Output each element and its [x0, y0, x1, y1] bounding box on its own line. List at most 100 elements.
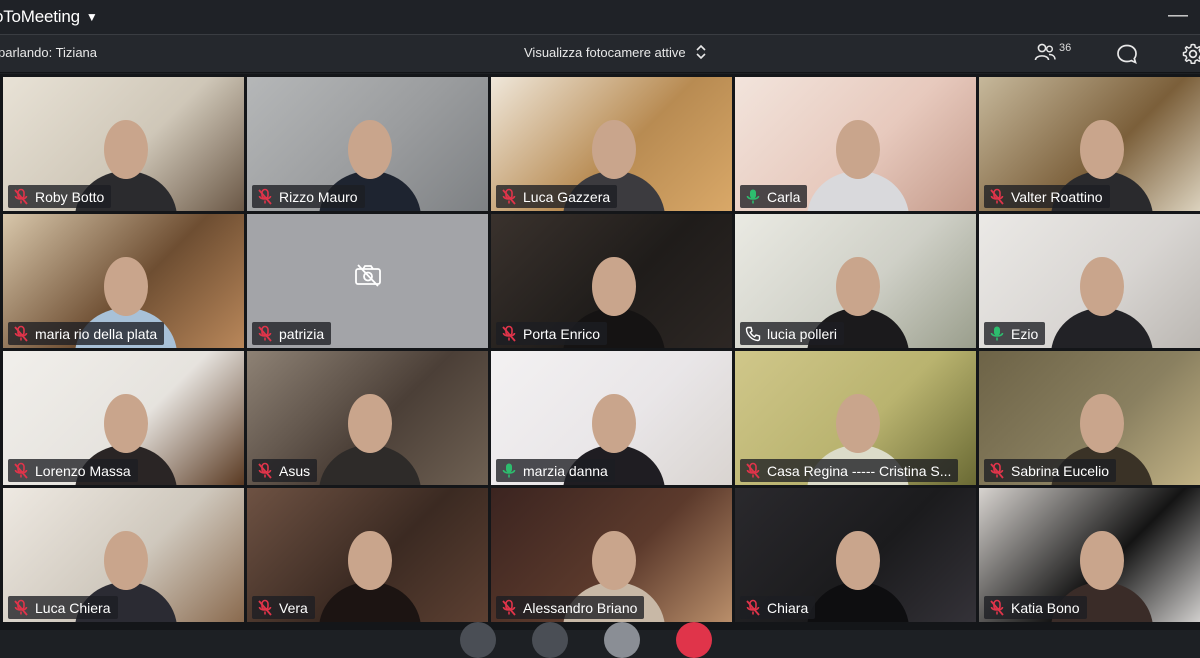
- mic-muted-icon: [989, 462, 1005, 480]
- participant-tile[interactable]: Ezio: [979, 214, 1200, 348]
- participant-name-tag: Asus: [252, 459, 318, 482]
- participant-name-tag: lucia polleri: [740, 322, 845, 345]
- minimize-icon[interactable]: —: [1168, 4, 1188, 27]
- participant-tile[interactable]: Alessandro Briano: [491, 488, 732, 622]
- mic-muted-icon: [13, 188, 29, 206]
- participant-name-tag: Luca Gazzera: [496, 185, 618, 208]
- participant-name-tag: Roby Botto: [8, 185, 112, 208]
- mic-muted-icon: [501, 599, 517, 617]
- participant-tile[interactable]: Chiara: [735, 488, 976, 622]
- participant-name: Chiara: [767, 599, 809, 616]
- participant-face: [104, 393, 148, 453]
- participant-tile[interactable]: Porta Enrico: [491, 214, 732, 348]
- participant-face: [1080, 256, 1124, 316]
- active-speaker-label: parlando: Tiziana: [0, 45, 98, 60]
- mic-muted-icon: [989, 188, 1005, 206]
- chat-icon: [1117, 44, 1137, 65]
- participant-tile[interactable]: marzia danna: [491, 351, 732, 485]
- meeting-info-bar: parlando: Tiziana Visualizza fotocamere …: [0, 34, 1200, 73]
- mic-muted-icon: [501, 188, 517, 206]
- participant-name: Roby Botto: [35, 188, 105, 205]
- participant-tile[interactable]: Sabrina Eucelio: [979, 351, 1200, 485]
- participant-tile[interactable]: Vera: [247, 488, 488, 622]
- participant-name: Vera: [279, 599, 308, 616]
- title-bar: oToMeeting ▼ —: [0, 0, 1200, 34]
- mic-muted-icon: [13, 599, 29, 617]
- participant-face: [592, 256, 636, 316]
- mic-muted-icon: [257, 462, 273, 480]
- participant-face: [1080, 119, 1124, 179]
- mic-muted-icon: [257, 325, 273, 343]
- participant-name-tag: Luca Chiera: [8, 596, 118, 619]
- participant-tile[interactable]: Asus: [247, 351, 488, 485]
- participant-face: [592, 393, 636, 453]
- participant-face: [104, 530, 148, 590]
- participant-tile[interactable]: Rizzo Mauro: [247, 77, 488, 211]
- participant-name: Luca Gazzera: [523, 188, 611, 205]
- camera-view-selector[interactable]: Visualizza fotocamere attive: [524, 44, 706, 60]
- participant-name: Porta Enrico: [523, 325, 601, 342]
- attendees-button[interactable]: 36: [1034, 41, 1071, 63]
- control-button[interactable]: [676, 622, 712, 658]
- mic-muted-icon: [745, 599, 761, 617]
- participant-name-tag: patrizia: [252, 322, 332, 345]
- participant-name: Luca Chiera: [35, 599, 111, 616]
- participant-face: [836, 530, 880, 590]
- mic-muted-icon: [501, 325, 517, 343]
- settings-button[interactable]: [1181, 42, 1200, 71]
- chat-button[interactable]: [1116, 43, 1138, 70]
- participant-tile[interactable]: Luca Chiera: [3, 488, 244, 622]
- control-button[interactable]: [460, 622, 496, 658]
- participant-name: Valter Roattino: [1011, 188, 1103, 205]
- participant-name-tag: Casa Regina ----- Cristina S...: [740, 459, 959, 482]
- phone-icon: [745, 326, 761, 342]
- participant-tile[interactable]: Katia Bono: [979, 488, 1200, 622]
- participant-face: [1080, 530, 1124, 590]
- participant-name-tag: Carla: [740, 185, 808, 208]
- participant-face: [836, 119, 880, 179]
- sort-arrows-icon: [696, 44, 706, 60]
- participant-tile[interactable]: lucia polleri: [735, 214, 976, 348]
- participant-name-tag: Porta Enrico: [496, 322, 608, 345]
- participant-name-tag: Valter Roattino: [984, 185, 1110, 208]
- participant-name: maria rio della plata: [35, 325, 158, 342]
- control-button[interactable]: [532, 622, 568, 658]
- participant-tile[interactable]: Roby Botto: [3, 77, 244, 211]
- participant-tile[interactable]: patrizia: [247, 214, 488, 348]
- participant-face: [348, 119, 392, 179]
- participant-name-tag: Chiara: [740, 596, 816, 619]
- participant-tile[interactable]: Carla: [735, 77, 976, 211]
- participant-tile[interactable]: Casa Regina ----- Cristina S...: [735, 351, 976, 485]
- meeting-controls: [460, 622, 720, 658]
- participant-name-tag: Lorenzo Massa: [8, 459, 138, 482]
- participant-name: Casa Regina ----- Cristina S...: [767, 462, 952, 479]
- mic-muted-icon: [745, 462, 761, 480]
- caret-down-icon: ▼: [85, 10, 98, 24]
- app-menu-button[interactable]: oToMeeting ▼: [0, 7, 98, 27]
- participant-face: [592, 530, 636, 590]
- participant-tile[interactable]: maria rio della plata: [3, 214, 244, 348]
- participant-tile[interactable]: Valter Roattino: [979, 77, 1200, 211]
- participant-face: [592, 119, 636, 179]
- participant-name-tag: Vera: [252, 596, 315, 619]
- participant-name: Lorenzo Massa: [35, 462, 131, 479]
- participant-name: Katia Bono: [1011, 599, 1080, 616]
- mic-icon: [501, 462, 517, 480]
- participant-name-tag: Alessandro Briano: [496, 596, 645, 619]
- mic-muted-icon: [989, 599, 1005, 617]
- control-button[interactable]: [604, 622, 640, 658]
- participant-name: patrizia: [279, 325, 325, 342]
- participant-face: [104, 256, 148, 316]
- participant-name: Rizzo Mauro: [279, 188, 358, 205]
- participant-name-tag: Rizzo Mauro: [252, 185, 365, 208]
- participant-tile[interactable]: Lorenzo Massa: [3, 351, 244, 485]
- mic-muted-icon: [257, 599, 273, 617]
- participant-name: lucia polleri: [767, 325, 838, 342]
- participant-face: [1080, 393, 1124, 453]
- mic-icon: [989, 325, 1005, 343]
- mic-icon: [745, 188, 761, 206]
- participant-face: [104, 119, 148, 179]
- participant-tile[interactable]: Luca Gazzera: [491, 77, 732, 211]
- attendee-count: 36: [1059, 42, 1072, 54]
- app-title: oToMeeting: [0, 7, 80, 26]
